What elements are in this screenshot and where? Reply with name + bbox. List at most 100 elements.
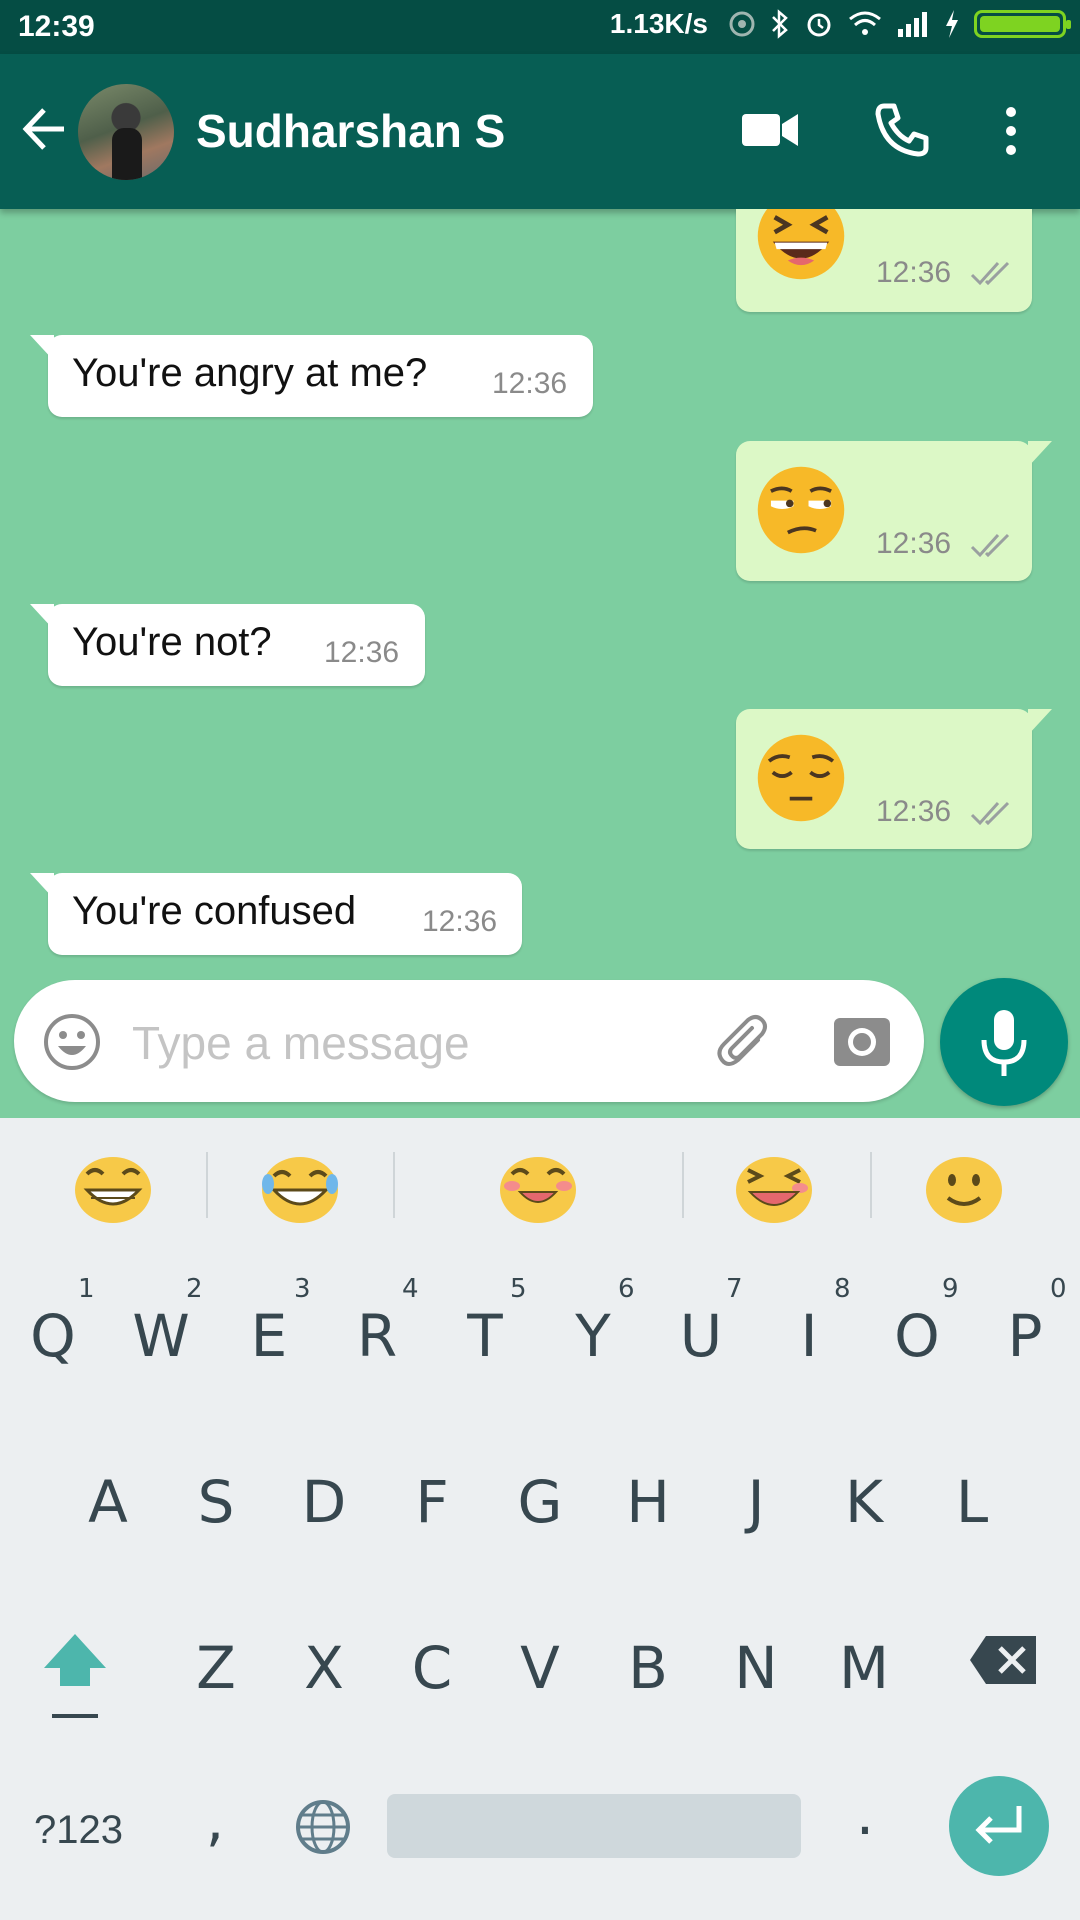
message-time: 12:36	[422, 905, 498, 938]
key-b[interactable]: B	[603, 1634, 693, 1702]
key-i[interactable]: I	[764, 1302, 854, 1370]
outgoing-message[interactable]: 12:36	[736, 709, 1052, 849]
space-key[interactable]	[387, 1794, 801, 1858]
key-h[interactable]: H	[603, 1468, 693, 1536]
phone-call-icon[interactable]	[874, 102, 930, 158]
key-d[interactable]: D	[279, 1468, 369, 1536]
message-text: You're confused	[72, 889, 357, 933]
language-globe-icon[interactable]	[294, 1798, 352, 1856]
key-m[interactable]: M	[819, 1634, 909, 1702]
key-g[interactable]: G	[495, 1468, 585, 1536]
suggestion-separator	[870, 1152, 872, 1218]
key-hint-5: 5	[510, 1274, 527, 1304]
key-hint-6: 6	[618, 1274, 635, 1304]
incoming-message[interactable]: You're confused 12:36	[30, 873, 522, 955]
grinning-squinting-face-emoji	[757, 209, 845, 280]
key-e[interactable]: E	[224, 1302, 314, 1370]
key-hint-0: 0	[1050, 1274, 1067, 1304]
unamused-face-emoji	[757, 466, 845, 554]
backspace-key-icon[interactable]	[968, 1634, 1038, 1686]
contact-name[interactable]: Sudharshan S	[196, 104, 505, 158]
smiling-blush-face-icon[interactable]	[498, 1152, 578, 1224]
symbols-key[interactable]: ?123	[34, 1808, 123, 1853]
message-time: 12:36	[876, 527, 952, 560]
tears-of-joy-face-icon[interactable]	[260, 1152, 340, 1224]
key-z[interactable]: Z	[171, 1634, 261, 1702]
key-o[interactable]: O	[872, 1302, 962, 1370]
incoming-message[interactable]: You're not? 12:36	[30, 604, 425, 686]
key-hint-1: 1	[78, 1274, 95, 1304]
message-input[interactable]: Type a message	[132, 1016, 470, 1070]
outgoing-message[interactable]: 12:36	[736, 209, 1032, 312]
back-arrow-icon[interactable]	[20, 104, 70, 154]
key-w[interactable]: W	[116, 1302, 206, 1370]
attachment-icon[interactable]	[714, 1010, 774, 1070]
enter-key[interactable]	[949, 1776, 1049, 1876]
message-composer[interactable]: Type a message	[14, 980, 924, 1102]
chat-header: Sudharshan S	[0, 54, 1080, 209]
key-a[interactable]: A	[63, 1468, 153, 1536]
emoji-picker-icon[interactable]	[42, 1012, 102, 1072]
key-hint-4: 4	[402, 1274, 419, 1304]
key-t[interactable]: T	[440, 1302, 530, 1370]
alarm-icon	[807, 13, 831, 37]
key-hint-9: 9	[942, 1274, 959, 1304]
key-period[interactable]: .	[820, 1780, 910, 1848]
bluetooth-icon	[772, 9, 788, 39]
shift-key-icon[interactable]	[40, 1630, 110, 1720]
key-l[interactable]: L	[927, 1468, 1017, 1536]
outgoing-message[interactable]: 12:36	[736, 441, 1052, 581]
microphone-icon	[981, 1010, 1027, 1076]
camera-icon[interactable]	[834, 1014, 890, 1066]
read-receipt-icon	[970, 533, 1010, 558]
battery-icon	[974, 10, 1071, 38]
key-y[interactable]: Y	[548, 1302, 638, 1370]
slightly-smiling-face-icon[interactable]	[924, 1152, 1004, 1224]
key-u[interactable]: U	[656, 1302, 746, 1370]
status-bar: 12:39 1.13K/s	[0, 0, 1080, 54]
key-hint-3: 3	[294, 1274, 311, 1304]
key-comma[interactable]: ,	[170, 1786, 260, 1854]
conversation[interactable]: 12:36 You're angry at me? 12:36 12:36 Yo…	[0, 209, 1080, 969]
key-s[interactable]: S	[171, 1468, 261, 1536]
network-speed: 1.13K/s	[609, 8, 708, 39]
key-x[interactable]: X	[279, 1634, 369, 1702]
message-time: 12:36	[876, 256, 952, 289]
more-options-icon[interactable]	[1004, 106, 1018, 156]
read-receipt-icon	[970, 261, 1010, 286]
charging-icon	[946, 10, 958, 38]
avatar[interactable]	[78, 84, 174, 180]
key-n[interactable]: N	[711, 1634, 801, 1702]
key-r[interactable]: R	[332, 1302, 422, 1370]
message-time: 12:36	[876, 795, 952, 828]
key-hint-2: 2	[186, 1274, 203, 1304]
key-hint-8: 8	[834, 1274, 851, 1304]
message-time: 12:36	[492, 367, 568, 400]
key-v[interactable]: V	[495, 1634, 585, 1702]
key-hint-7: 7	[726, 1274, 743, 1304]
key-p[interactable]: P	[980, 1302, 1070, 1370]
keyboard: Q 1 W 2 E 3 R 4 T 5 Y 6 U 7 I 8 O 9 P 0 …	[0, 1250, 1080, 1920]
emoji-suggestion-strip	[0, 1118, 1080, 1250]
status-time: 12:39	[18, 10, 95, 43]
key-c[interactable]: C	[387, 1634, 477, 1702]
incoming-message[interactable]: You're angry at me? 12:36	[30, 335, 593, 417]
enter-arrow-icon	[975, 1806, 1022, 1844]
suggestion-separator	[393, 1152, 395, 1218]
beaming-face-icon[interactable]	[73, 1152, 153, 1224]
read-receipt-icon	[970, 801, 1010, 826]
key-k[interactable]: K	[819, 1468, 909, 1536]
wifi-icon	[849, 11, 881, 35]
video-call-icon[interactable]	[740, 110, 800, 150]
key-j[interactable]: J	[711, 1468, 801, 1536]
laughing-squint-face-icon[interactable]	[734, 1152, 814, 1224]
suggestion-separator	[206, 1152, 208, 1218]
key-q[interactable]: Q	[8, 1302, 98, 1370]
key-f[interactable]: F	[387, 1468, 477, 1536]
hotspot-icon	[729, 11, 755, 37]
suggestion-separator	[682, 1152, 684, 1218]
message-time: 12:36	[324, 636, 400, 669]
voice-message-button[interactable]	[940, 978, 1068, 1106]
message-text: You're angry at me?	[72, 351, 428, 395]
message-text: You're not?	[72, 620, 272, 664]
